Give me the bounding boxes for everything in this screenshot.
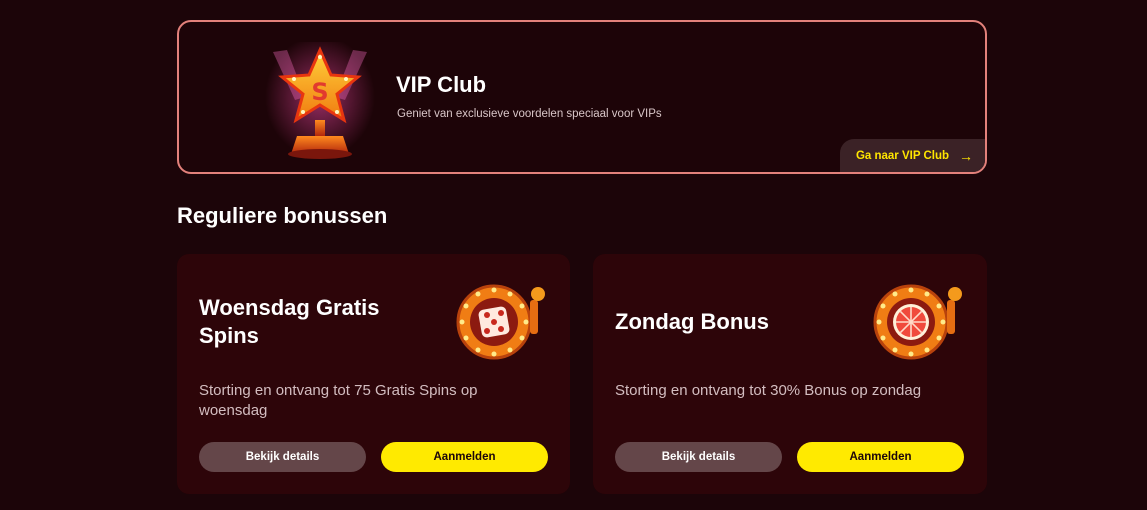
bonus-card-wednesday: Woensdag Gratis Spins Storting en ontvan…: [177, 254, 570, 494]
join-button[interactable]: Aanmelden: [797, 442, 964, 472]
svg-text:S: S: [311, 78, 328, 106]
vip-club-link-label: Ga naar VIP Club: [855, 149, 950, 162]
vip-club-banner: S VIP Club Geniet van exclusieve voordel…: [177, 20, 987, 174]
star-trophy-icon: S: [265, 42, 375, 164]
bonus-title: Woensdag Gratis Spins: [199, 295, 380, 348]
vip-club-subtitle: Geniet van exclusieve voordelen speciaal…: [397, 108, 662, 120]
section-title: Reguliere bonussen: [177, 203, 388, 228]
dice-slot-wheel-icon: [456, 284, 545, 360]
join-button[interactable]: Aanmelden: [381, 442, 548, 472]
arrow-right-icon: →: [959, 147, 974, 164]
bonus-card-sunday: Zondag Bonus Storting en ontvang tot 30%…: [593, 254, 987, 494]
bonus-description: Storting en ontvang tot 30% Bonus op zon…: [615, 382, 922, 399]
details-button[interactable]: Bekijk details: [615, 442, 782, 472]
vip-club-title: VIP Club: [396, 72, 487, 97]
bonus-description: Storting en ontvang tot 75 Gratis Spins …: [199, 382, 478, 419]
bonus-title: Zondag Bonus: [615, 309, 769, 334]
details-button[interactable]: Bekijk details: [199, 442, 366, 472]
vip-club-link[interactable]: Ga naar VIP Club →: [840, 139, 985, 172]
grapefruit-slot-wheel-icon: [873, 284, 962, 360]
